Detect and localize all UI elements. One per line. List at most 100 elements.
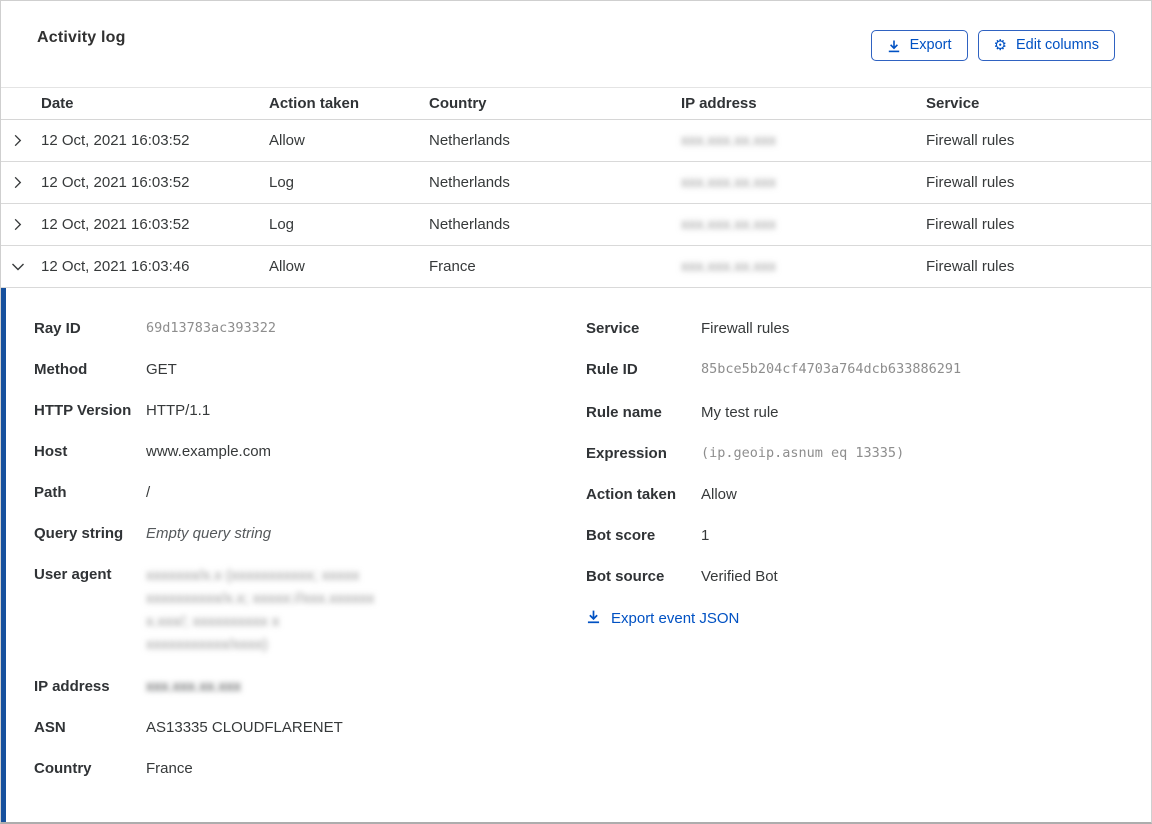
rule-name-label: Rule name — [586, 404, 662, 421]
host-label: Host — [34, 443, 68, 460]
chevron-right-icon[interactable] — [10, 133, 41, 148]
cell-ip-redacted: xxx.xxx.xx.xxx — [681, 132, 777, 149]
user-agent-value-redacted: xxxxxxx/x.x (xxxxxxxxxxx; xxxxx xxxxxxxx… — [146, 564, 374, 656]
action-taken-label: Action taken — [586, 486, 677, 503]
detail-row-ray-id: Ray ID 69d13783ac393322 — [34, 318, 586, 339]
detail-row-query-string: Query string Empty query string — [34, 523, 586, 544]
detail-right-column: Service Firewall rules Rule ID 85bce5b20… — [586, 318, 1151, 822]
column-header-action-taken: Action taken — [269, 95, 360, 112]
toolbar-actions: Export ⚙ Edit columns — [870, 30, 1115, 61]
table-header-row: Date Action taken Country IP address Ser… — [1, 88, 1151, 120]
country-label: Country — [34, 760, 92, 777]
rule-name-value: My test rule — [701, 404, 779, 421]
export-event-json-link[interactable]: Export event JSON — [586, 609, 739, 628]
cell-ip-redacted: xxx.xxx.xx.xxx — [681, 174, 777, 191]
http-version-label: HTTP Version — [34, 402, 132, 419]
detail-left-column: Ray ID 69d13783ac393322 Method GET HTTP … — [34, 318, 586, 822]
ray-id-label: Ray ID — [34, 320, 81, 337]
download-icon — [887, 39, 901, 53]
asn-label: ASN — [34, 719, 66, 736]
ip-address-label: IP address — [34, 678, 110, 695]
query-string-label: Query string — [34, 525, 124, 542]
host-value: www.example.com — [146, 443, 272, 460]
detail-row-ip-address: IP address xxx.xxx.xx.xxx — [34, 676, 586, 697]
detail-row-country: Country France — [34, 758, 586, 779]
cell-service: Firewall rules — [926, 174, 1015, 191]
bot-score-value: 1 — [701, 527, 710, 544]
detail-row-rule-id: Rule ID 85bce5b204cf4703a764dcb633886291 — [586, 359, 1151, 382]
service-label: Service — [586, 320, 640, 337]
cell-action-taken: Allow — [269, 132, 305, 149]
export-event-json-label: Export event JSON — [611, 610, 740, 627]
table-row[interactable]: 12 Oct, 2021 16:03:52 Log Netherlands xx… — [1, 162, 1151, 204]
cell-date: 12 Oct, 2021 16:03:52 — [41, 216, 190, 233]
table-row-expanded[interactable]: 12 Oct, 2021 16:03:46 Allow France xxx.x… — [1, 246, 1151, 288]
download-icon — [586, 609, 601, 628]
detail-row-asn: ASN AS13335 CLOUDFLARENET — [34, 717, 586, 738]
cell-date: 12 Oct, 2021 16:03:52 — [41, 132, 190, 149]
export-button-label: Export — [909, 37, 952, 54]
edit-columns-button-label: Edit columns — [1015, 37, 1099, 54]
cell-service: Firewall rules — [926, 132, 1015, 149]
page-title: Activity log — [37, 29, 126, 46]
detail-row-service: Service Firewall rules — [586, 318, 1151, 339]
cell-service: Firewall rules — [926, 258, 1015, 275]
gear-icon: ⚙ — [993, 36, 1007, 54]
chevron-down-icon[interactable] — [10, 259, 41, 275]
detail-row-bot-source: Bot source Verified Bot — [586, 566, 1151, 587]
chevron-right-icon[interactable] — [10, 175, 41, 190]
rule-id-label: Rule ID — [586, 361, 638, 378]
cell-service: Firewall rules — [926, 216, 1015, 233]
column-header-service: Service — [926, 95, 980, 112]
service-value: Firewall rules — [701, 320, 790, 337]
detail-row-method: Method GET — [34, 359, 586, 380]
activity-log-table: Date Action taken Country IP address Ser… — [1, 87, 1151, 288]
path-value: / — [146, 484, 151, 501]
method-label: Method — [34, 361, 88, 378]
cell-country: Netherlands — [429, 132, 510, 149]
bot-source-label: Bot source — [586, 568, 665, 585]
topbar: Activity log Export ⚙ Edit columns — [1, 1, 1151, 67]
asn-value: AS13335 CLOUDFLARENET — [146, 719, 343, 736]
user-agent-redacted-line: xxxxxxxxxxx/xxxx) — [146, 636, 268, 653]
cell-country: France — [429, 258, 476, 275]
cell-country: Netherlands — [429, 174, 510, 191]
column-header-date: Date — [41, 95, 74, 112]
table-row[interactable]: 12 Oct, 2021 16:03:52 Allow Netherlands … — [1, 120, 1151, 162]
action-taken-value: Allow — [701, 486, 737, 503]
bot-score-label: Bot score — [586, 527, 656, 544]
cell-date: 12 Oct, 2021 16:03:52 — [41, 174, 190, 191]
ip-address-value-redacted: xxx.xxx.xx.xxx — [146, 678, 242, 695]
expression-value: (ip.geoip.asnum eq 13335) — [701, 445, 905, 461]
export-button[interactable]: Export — [870, 30, 968, 61]
rule-id-value: 85bce5b204cf4703a764dcb633886291 — [701, 361, 962, 377]
cell-action-taken: Allow — [269, 258, 305, 275]
user-agent-redacted-line: xxxxxxx/x.x (xxxxxxxxxxx; xxxxx — [146, 567, 360, 584]
detail-row-user-agent: User agent xxxxxxx/x.x (xxxxxxxxxxx; xxx… — [34, 564, 586, 656]
cell-action-taken: Log — [269, 216, 295, 233]
table-row[interactable]: 12 Oct, 2021 16:03:52 Log Netherlands xx… — [1, 204, 1151, 246]
column-header-country: Country — [429, 95, 487, 112]
detail-row-path: Path / — [34, 482, 586, 503]
chevron-right-icon[interactable] — [10, 217, 41, 232]
detail-row-bot-score: Bot score 1 — [586, 525, 1151, 546]
detail-row-http-version: HTTP Version HTTP/1.1 — [34, 400, 586, 421]
method-value: GET — [146, 361, 177, 378]
http-version-value: HTTP/1.1 — [146, 402, 211, 419]
cell-country: Netherlands — [429, 216, 510, 233]
detail-row-action-taken: Action taken Allow — [586, 484, 1151, 505]
event-detail-panel: Ray ID 69d13783ac393322 Method GET HTTP … — [1, 288, 1151, 822]
user-agent-label: User agent — [34, 566, 112, 583]
query-string-value: Empty query string — [146, 525, 272, 542]
detail-row-expression: Expression (ip.geoip.asnum eq 13335) — [586, 443, 1151, 464]
expression-label: Expression — [586, 445, 667, 462]
country-value: France — [146, 760, 193, 777]
user-agent-redacted-line: xxxxxxxxxx/x.x; xxxxx://xxx.xxxxxx — [146, 590, 375, 607]
detail-row-rule-name: Rule name My test rule — [586, 402, 1151, 423]
bot-source-value: Verified Bot — [701, 568, 778, 585]
user-agent-redacted-line: x.xxx/; xxxxxxxxxx x — [146, 613, 280, 630]
path-label: Path — [34, 484, 67, 501]
cell-ip-redacted: xxx.xxx.xx.xxx — [681, 258, 777, 275]
cell-action-taken: Log — [269, 174, 295, 191]
edit-columns-button[interactable]: ⚙ Edit columns — [977, 30, 1115, 61]
